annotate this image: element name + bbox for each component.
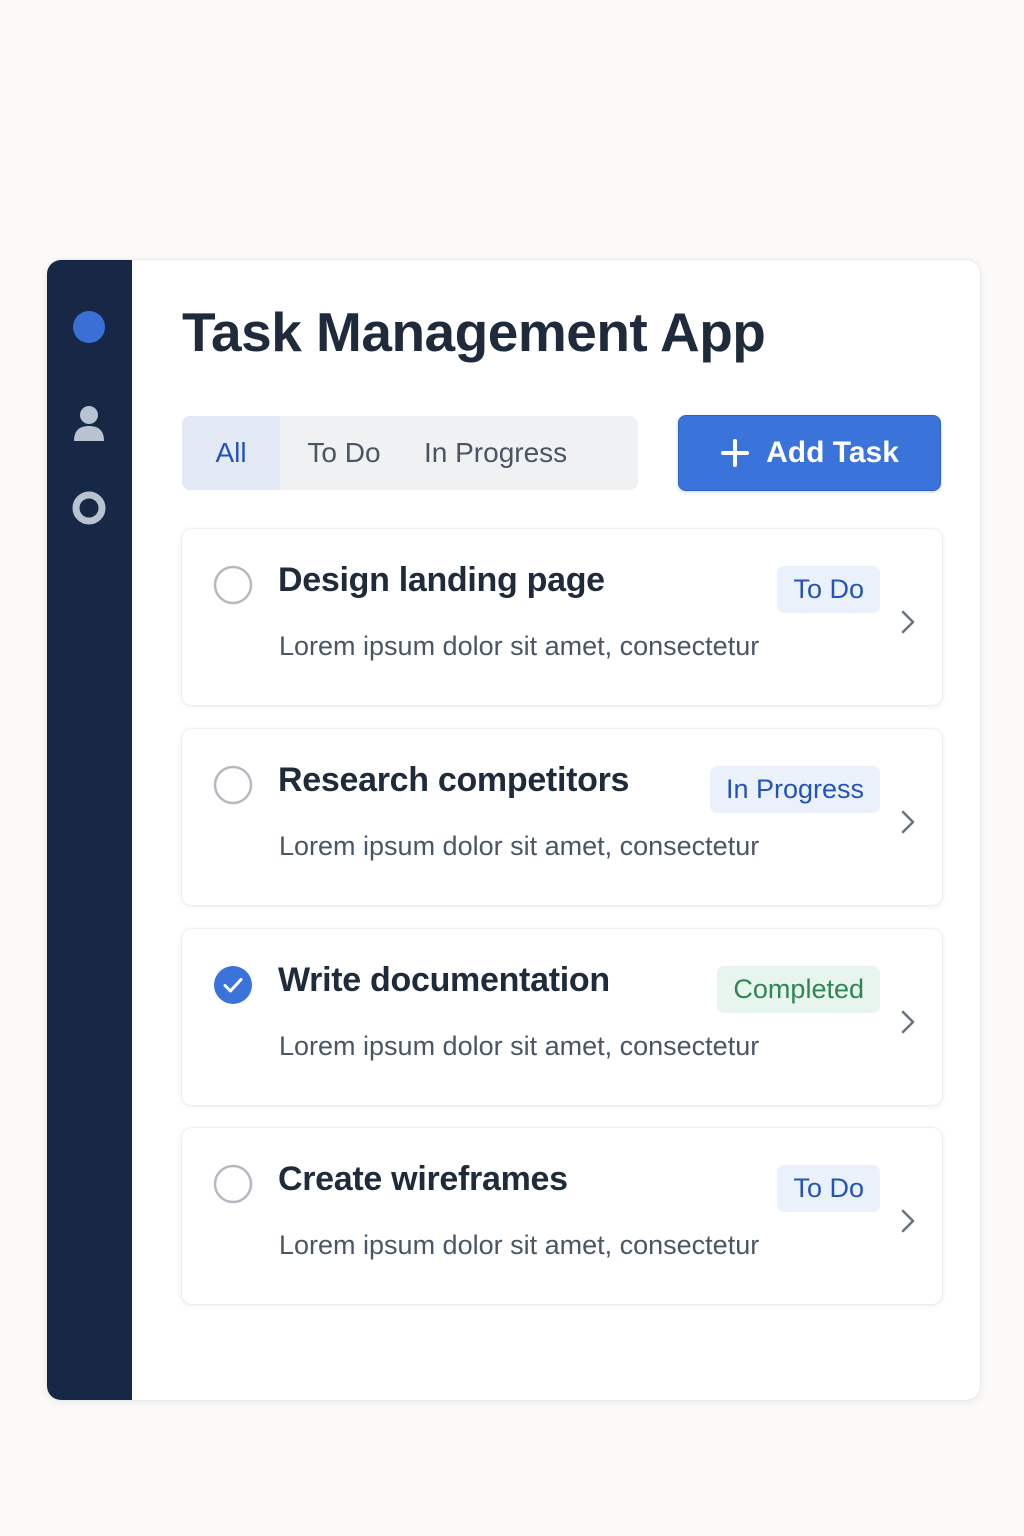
task-description: Lorem ipsum dolor sit amet, consectetur <box>279 831 760 861</box>
chevron-right-icon[interactable] <box>898 1009 918 1035</box>
task-checkbox[interactable] <box>213 1164 253 1204</box>
task-title: Design landing page <box>278 561 605 599</box>
filter-tabs: All To Do In Progress <box>182 416 638 490</box>
task-title: Create wireframes <box>278 1160 568 1198</box>
status-badge: Completed <box>717 966 880 1013</box>
circle-dot-icon <box>73 311 105 343</box>
task-title: Write documentation <box>278 961 610 999</box>
add-task-label: Add Task <box>766 436 899 469</box>
user-icon <box>74 406 104 441</box>
plus-icon <box>721 439 750 467</box>
task-checkbox[interactable] <box>213 765 253 805</box>
page-title: Task Management App <box>182 301 766 363</box>
sidebar-item-profile[interactable] <box>72 405 106 441</box>
chevron-right-icon[interactable] <box>898 1208 918 1234</box>
unchecked-circle-icon <box>213 1164 253 1204</box>
status-badge: To Do <box>777 1165 880 1212</box>
task-description: Lorem ipsum dolor sit amet, consectetur <box>279 631 760 661</box>
task-card[interactable]: Write documentation Completed Lorem ipsu… <box>182 929 942 1105</box>
task-title: Research competitors <box>278 761 630 799</box>
sidebar-item-settings[interactable] <box>72 491 106 525</box>
status-badge: To Do <box>777 566 880 613</box>
add-task-button[interactable]: Add Task <box>678 415 941 491</box>
tab-all[interactable]: All <box>182 416 280 490</box>
settings-ring-icon <box>72 491 106 525</box>
main-content: Task Management App All To Do In Progres… <box>132 260 980 1400</box>
task-card[interactable]: Create wireframes To Do Lorem ipsum dolo… <box>182 1128 942 1304</box>
app-window: Task Management App All To Do In Progres… <box>47 260 980 1400</box>
unchecked-circle-icon <box>213 565 253 605</box>
status-badge: In Progress <box>709 766 880 813</box>
unchecked-circle-icon <box>213 765 253 805</box>
task-card[interactable]: Design landing page To Do Lorem ipsum do… <box>182 529 942 705</box>
task-checkbox[interactable] <box>213 565 253 605</box>
tab-to-do[interactable]: To Do <box>280 416 408 490</box>
task-checkbox[interactable] <box>213 965 253 1005</box>
task-card[interactable]: Research competitors In Progress Lorem i… <box>182 729 942 905</box>
task-list: Design landing page To Do Lorem ipsum do… <box>182 529 942 1328</box>
checked-circle-icon <box>214 966 252 1004</box>
sidebar-item-home[interactable] <box>72 310 106 344</box>
sidebar <box>47 260 132 1400</box>
task-description: Lorem ipsum dolor sit amet, consectetur <box>279 1031 760 1061</box>
chevron-right-icon[interactable] <box>898 609 918 635</box>
tab-in-progress[interactable]: In Progress <box>408 416 638 490</box>
task-description: Lorem ipsum dolor sit amet, consectetur <box>279 1230 760 1260</box>
chevron-right-icon[interactable] <box>898 809 918 835</box>
